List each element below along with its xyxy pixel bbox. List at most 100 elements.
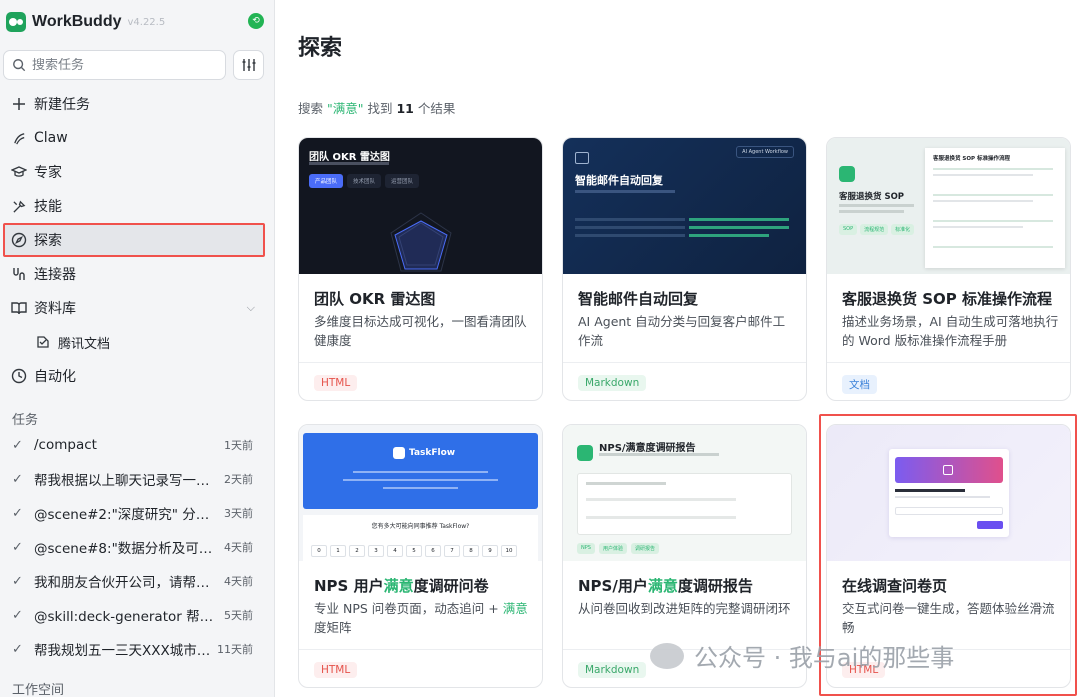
template-card-okr-radar[interactable]: 团队 OKR 雷达图 产品团队 技术团队 运营团队 团队 OKR 雷达图 多维度… [298, 137, 543, 401]
check-icon: ✓ [12, 607, 23, 623]
thumb-line [575, 226, 685, 229]
task-title: /compact [34, 437, 97, 453]
task-item[interactable]: ✓ 帮我根据以上聊天记录写一篇... 2天前 [0, 462, 274, 496]
nav-library[interactable]: 资料库 ⌵ [0, 291, 274, 325]
link-icon[interactable]: ⟲ [248, 13, 264, 29]
task-time: 11天前 [217, 643, 253, 656]
template-card-sop[interactable]: 客服退换货 SOP SOP 流程规范 标准化 客服退换货 SOP 标准操作流程 … [826, 137, 1071, 401]
filter-button[interactable] [233, 50, 264, 80]
card-title-part: NPS 用户 [314, 577, 384, 595]
card-tag: 文档 [842, 375, 877, 394]
task-title: @scene#8:"数据分析及可视... [34, 541, 214, 557]
thumb-brand: TaskFlow [393, 447, 455, 459]
score-option: 3 [368, 545, 384, 557]
card-title: NPS 用户满意度调研问卷 [314, 575, 534, 596]
card-title: 在线调查问卷页 [842, 577, 948, 595]
nav-connectors[interactable]: 连接器 [0, 257, 274, 291]
score-option: 8 [463, 545, 479, 557]
nav-label: 技能 [34, 199, 62, 215]
thumb-tab: 运营团队 [385, 174, 420, 188]
template-card-nps-survey[interactable]: TaskFlow 您有多大可能向同事推荐 TaskFlow? 0 1 2 3 4… [298, 424, 543, 688]
card-description: 描述业务场景，AI 自动生成可落地执行的 Word 版标准操作流程手册 [842, 314, 1059, 348]
score-option: 6 [425, 545, 441, 557]
user-icon [839, 166, 855, 182]
thumb-tabs: 产品团队 技术团队 运营团队 [309, 174, 420, 188]
card-title-highlight: 满意 [383, 577, 414, 595]
card-tag: HTML [314, 662, 358, 678]
thumb-label: AI Agent Workflow [736, 146, 794, 158]
card-thumbnail: TaskFlow 您有多大可能向同事推荐 TaskFlow? 0 1 2 3 4… [299, 425, 542, 561]
thumb-tab: 技术团队 [347, 174, 382, 188]
score-option: 2 [349, 545, 365, 557]
thumb-brand-name: TaskFlow [409, 448, 456, 458]
task-title: @scene#2:"深度研究" 分析 ... [34, 507, 214, 523]
task-title: 帮我根据以上聊天记录写一篇... [34, 473, 214, 489]
task-list: ✓ /compact 1天前 ✓ 帮我根据以上聊天记录写一篇... 2天前 ✓ @scen… [0, 428, 274, 666]
task-item[interactable]: ✓ @scene#8:"数据分析及可视... 4天前 [0, 530, 274, 564]
thumb-chip: SOP [839, 224, 858, 235]
radar-chart-graphic [390, 212, 452, 272]
plus-icon [10, 95, 28, 113]
sliders-icon [242, 59, 255, 71]
chart-icon [577, 445, 593, 461]
thumb-line [933, 200, 1033, 202]
thumb-line [353, 471, 488, 473]
score-option: 9 [482, 545, 498, 557]
nav-explore[interactable]: 探索 [3, 223, 265, 257]
tasks-section-label: 任务 [12, 413, 39, 428]
thumb-chip: 流程规范 [860, 224, 889, 235]
thumb-line [933, 174, 1033, 176]
chevron-down-icon[interactable]: ⌵ [247, 301, 255, 315]
thumb-heading: 团队 OKR 雷达图 [309, 152, 390, 163]
task-item[interactable]: ✓ 我和朋友合伙开公司，请帮我... 4天前 [0, 564, 274, 598]
card-title: 智能邮件自动回复 [578, 290, 699, 308]
thumb-heading: 智能邮件自动回复 [575, 174, 663, 187]
thumb-line [343, 479, 498, 481]
task-item[interactable]: ✓ @skill:deck-generator 帮我... 5天前 [0, 598, 274, 632]
task-time: 3天前 [224, 507, 253, 520]
card-title: NPS/用户满意度调研报告 [578, 575, 798, 596]
book-icon [10, 299, 28, 317]
thumb-line [586, 516, 736, 519]
nav-label: 连接器 [34, 267, 76, 283]
card-description: 专业 NPS 问卷页面，动态追问 + 满意度矩阵 [314, 599, 532, 637]
card-description: 交互式问卷一键生成，答题体验丝滑流畅 [842, 601, 1055, 635]
check-icon: ✓ [12, 641, 23, 657]
card-desc-part: 专业 NPS 问卷页面，动态追问 + [314, 601, 503, 616]
check-icon: ✓ [12, 437, 23, 453]
nav-tencent-docs[interactable]: 腾讯文档 [0, 325, 274, 359]
page-title: 探索 [298, 36, 343, 61]
thumb-banner: TaskFlow [303, 433, 538, 509]
mail-icon [575, 152, 589, 164]
card-divider [563, 362, 806, 363]
nav-label: 探索 [34, 233, 62, 249]
thumb-line [895, 496, 990, 498]
brand: WorkBuddy v4.22.5 [6, 10, 165, 34]
search-input[interactable] [32, 57, 212, 73]
result-count: 11 [396, 101, 414, 116]
search-icon [13, 59, 26, 72]
task-item[interactable]: ✓ 帮我规划五一三天XXX城市行程 11天前 [0, 632, 274, 666]
task-time: 2天前 [224, 473, 253, 486]
nav-label: Claw [34, 130, 68, 146]
result-prefix: 搜索 [298, 101, 324, 116]
graduation-cap-icon [10, 163, 28, 181]
thumb-line [933, 194, 1053, 196]
nav-expert[interactable]: 专家 [0, 155, 274, 189]
task-item[interactable]: ✓ @scene#2:"深度研究" 分析 ... 3天前 [0, 496, 274, 530]
thumb-next-button [977, 521, 1003, 529]
survey-icon [943, 465, 953, 475]
card-description: 多维度目标达成可视化，一图看清团队健康度 [314, 314, 527, 348]
workspace-section-label: 工作空间 [12, 683, 65, 697]
score-option: 4 [387, 545, 403, 557]
nav-claw[interactable]: Claw [0, 121, 274, 155]
nav-skills[interactable]: 技能 [0, 189, 274, 223]
nav-automation[interactable]: 自动化 [0, 359, 274, 393]
task-item[interactable]: ✓ /compact 1天前 [0, 428, 274, 462]
card-divider [299, 362, 542, 363]
template-card-email-reply[interactable]: AI Agent Workflow 智能邮件自动回复 智能邮件自动回复 AI A… [562, 137, 807, 401]
score-option: 10 [501, 545, 517, 557]
nav-new-task[interactable]: 新建任务 [0, 87, 274, 121]
task-time: 4天前 [224, 541, 253, 554]
thumb-line [383, 487, 458, 489]
